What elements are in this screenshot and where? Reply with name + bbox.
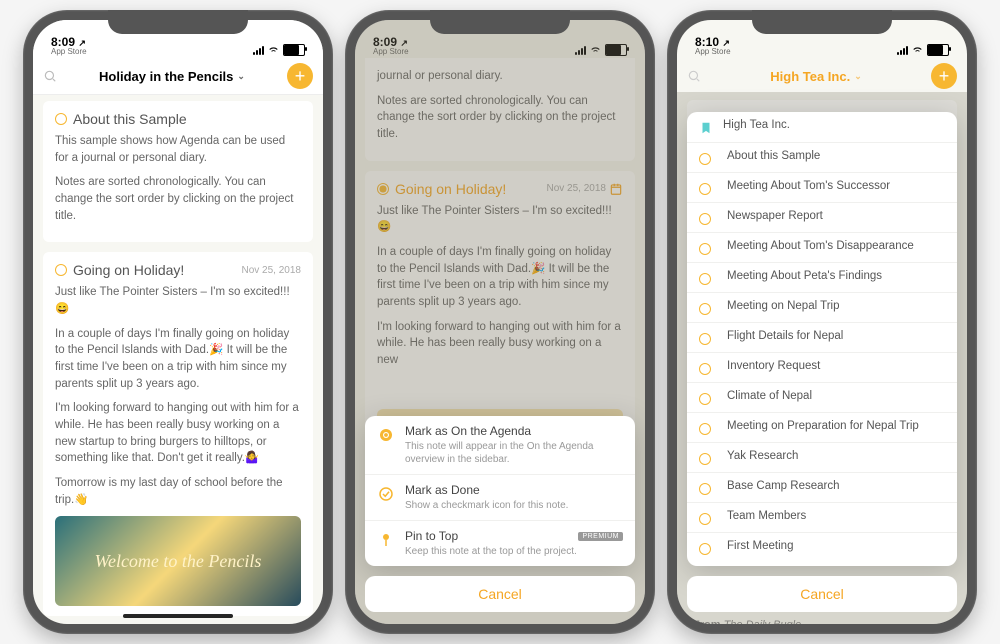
list-item[interactable]: Inventory Request <box>687 353 957 383</box>
search-icon[interactable] <box>43 69 57 83</box>
note-image: Welcome to the Pencils <box>55 516 301 606</box>
chevron-down-icon: ⌄ <box>237 71 245 82</box>
screen-1: 8:09 ↗ App Store Holiday in the Pencils⌄… <box>33 20 323 624</box>
cancel-button[interactable]: Cancel <box>365 576 635 612</box>
content-scroll[interactable]: About this Sample This sample shows how … <box>33 95 323 624</box>
agenda-icon <box>377 426 395 444</box>
note-status-icon <box>55 264 67 276</box>
note-status-icon <box>699 153 711 165</box>
list-item[interactable]: Team Members <box>687 503 957 533</box>
notch <box>752 10 892 34</box>
list-item[interactable]: Yak Research <box>687 443 957 473</box>
battery-icon <box>927 44 949 56</box>
nav-title[interactable]: High Tea Inc.⌄ <box>709 69 923 84</box>
signal-icon <box>897 45 908 55</box>
battery-icon <box>283 44 305 56</box>
status-appstore[interactable]: App Store <box>51 48 87 56</box>
list-item[interactable]: Climate of Nepal <box>687 383 957 413</box>
nav-title[interactable]: Holiday in the Pencils⌄ <box>65 69 279 84</box>
cancel-button[interactable]: Cancel <box>687 576 957 612</box>
note-title: About this Sample <box>73 111 187 127</box>
done-icon <box>377 485 395 503</box>
phone-frame-1: 8:09 ↗ App Store Holiday in the Pencils⌄… <box>23 10 333 634</box>
note-status-icon <box>699 273 711 285</box>
note-status-icon <box>699 213 711 225</box>
phone-frame-3: 8:10 ↗ App Store High Tea Inc.⌄ + About … <box>667 10 977 634</box>
premium-badge: PREMIUM <box>578 532 623 541</box>
status-icons <box>253 43 305 56</box>
list-item[interactable]: Base Camp Research <box>687 473 957 503</box>
action-mark-done[interactable]: Mark as Done Show a checkmark icon for t… <box>365 475 635 521</box>
search-icon[interactable] <box>687 69 701 83</box>
chevron-down-icon: ⌄ <box>854 71 862 82</box>
note-status-icon <box>699 483 711 495</box>
note-status-icon <box>699 423 711 435</box>
add-button[interactable]: + <box>287 63 313 89</box>
note-status-icon <box>699 513 711 525</box>
list-header: High Tea Inc. <box>687 112 957 143</box>
note-status-icon <box>699 543 711 555</box>
wifi-icon <box>911 43 924 56</box>
note-body: This sample shows how Agenda can be used… <box>55 133 301 224</box>
note-status-icon <box>699 183 711 195</box>
note-card-about[interactable]: About this Sample This sample shows how … <box>43 101 313 242</box>
nav-bar: Holiday in the Pencils⌄ + <box>33 58 323 95</box>
list-item[interactable]: Newspaper Report <box>687 203 957 233</box>
list-item[interactable]: Meeting on Nepal Trip <box>687 293 957 323</box>
add-button[interactable]: + <box>931 63 957 89</box>
note-status-icon <box>699 303 711 315</box>
list-item[interactable]: About this Sample <box>687 143 957 173</box>
note-status-icon <box>55 113 67 125</box>
home-indicator[interactable] <box>123 614 233 618</box>
note-status-icon <box>699 393 711 405</box>
action-pin-top[interactable]: Pin to Top PREMIUM Keep this note at the… <box>365 521 635 566</box>
list-item[interactable]: Meeting About Tom's Successor <box>687 173 957 203</box>
wifi-icon <box>267 43 280 56</box>
note-card-holiday[interactable]: Going on Holiday! Nov 25, 2018 Just like… <box>43 252 313 616</box>
list-item[interactable]: Flight Details for Nepal <box>687 323 957 353</box>
note-status-icon <box>699 243 711 255</box>
phone-frame-2: 8:09 ↗ App Store journal or personal dia… <box>345 10 655 634</box>
list-item[interactable]: Meeting About Tom's Disappearance <box>687 233 957 263</box>
notch <box>108 10 248 34</box>
note-status-icon <box>699 453 711 465</box>
list-item[interactable]: Meeting on Preparation for Nepal Trip <box>687 413 957 443</box>
screen-2: 8:09 ↗ App Store journal or personal dia… <box>355 20 645 624</box>
note-status-icon <box>699 333 711 345</box>
action-mark-agenda[interactable]: Mark as On the Agenda This note will app… <box>365 416 635 475</box>
note-date: Nov 25, 2018 <box>242 265 302 276</box>
screen-3: 8:10 ↗ App Store High Tea Inc.⌄ + About … <box>677 20 967 624</box>
pin-icon <box>377 531 395 549</box>
status-icons <box>897 43 949 56</box>
note-title: Going on Holiday! <box>73 262 184 278</box>
notch <box>430 10 570 34</box>
list-item[interactable]: First Meeting <box>687 533 957 562</box>
nav-bar: High Tea Inc.⌄ + <box>677 58 967 94</box>
note-status-icon <box>699 363 711 375</box>
bookmark-icon <box>699 121 713 135</box>
action-sheet: Mark as On the Agenda This note will app… <box>365 416 635 566</box>
note-body: Just like The Pointer Sisters – I'm so e… <box>55 284 301 606</box>
project-notes-list[interactable]: High Tea Inc. About this SampleMeeting A… <box>687 112 957 566</box>
status-appstore[interactable]: App Store <box>695 48 731 56</box>
list-item[interactable]: Meeting About Peta's Findings <box>687 263 957 293</box>
signal-icon <box>253 45 264 55</box>
